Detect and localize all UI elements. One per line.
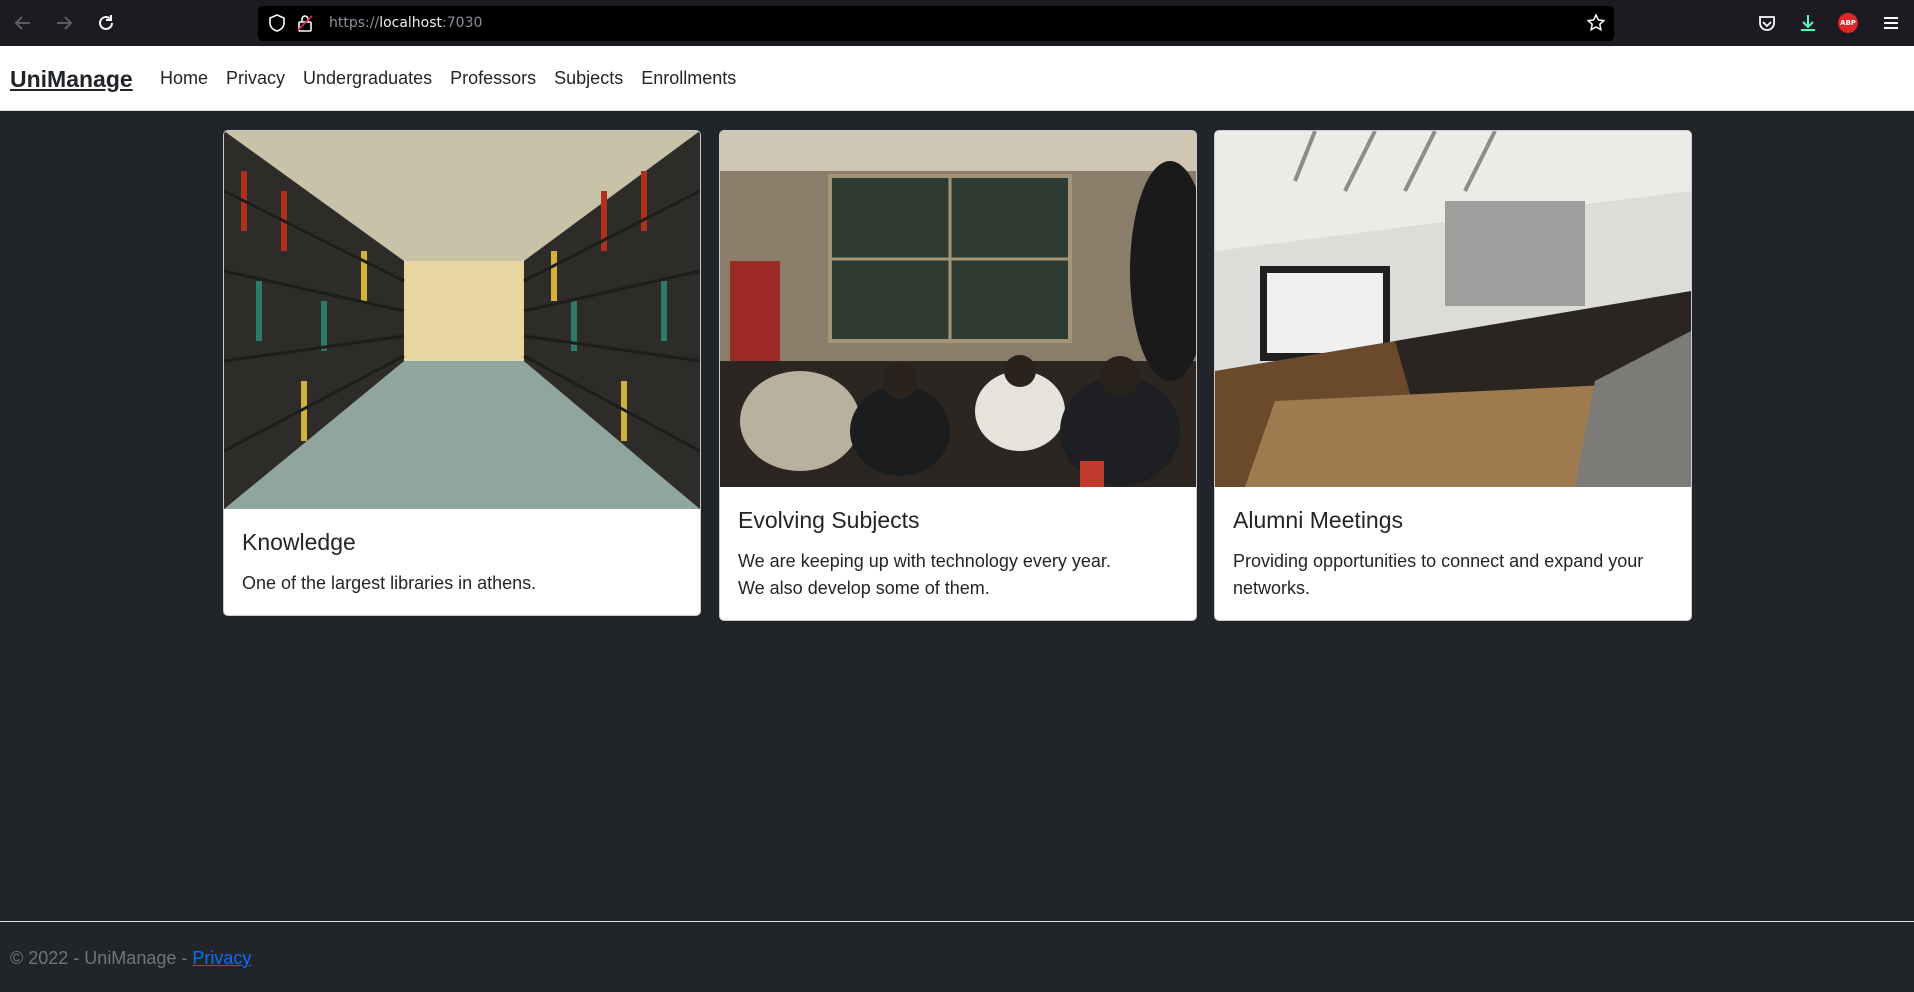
lecture-hall-photo xyxy=(1215,131,1691,487)
brand-link[interactable]: UniManage xyxy=(10,66,133,93)
card-alumni-meetings: Alumni Meetings Providing opportunities … xyxy=(1214,130,1692,621)
menu-icon[interactable] xyxy=(1880,12,1902,34)
site-footer: © 2022 - UniManage - Privacy xyxy=(0,921,1914,992)
forward-icon[interactable] xyxy=(53,12,75,34)
adblock-plus-icon[interactable]: ABP xyxy=(1838,13,1858,33)
library-bookshelves-photo xyxy=(224,131,700,509)
footer-privacy-link[interactable]: Privacy xyxy=(192,948,251,968)
card-text: One of the largest libraries in athens. xyxy=(242,573,537,593)
browser-toolbar: https://localhost:7030 ABP xyxy=(0,0,1914,47)
nav-privacy[interactable]: Privacy xyxy=(226,68,285,89)
nav-subjects[interactable]: Subjects xyxy=(554,68,623,89)
card-evolving-subjects: Evolving Subjects We are keeping up with… xyxy=(719,130,1197,621)
nav-professors[interactable]: Professors xyxy=(450,68,536,89)
url-port: :7030 xyxy=(442,15,483,31)
card-title: Knowledge xyxy=(242,529,356,555)
nav-undergraduates[interactable]: Undergraduates xyxy=(303,68,432,89)
reload-icon[interactable] xyxy=(95,12,117,34)
card-text: We are keeping up with technology every … xyxy=(738,548,1178,602)
card-title: Evolving Subjects xyxy=(738,507,920,533)
footer-text: © 2022 - UniManage - Privacy xyxy=(10,948,251,969)
card-text-line-2: We also develop some of them. xyxy=(738,578,990,598)
card-body: Alumni Meetings Providing opportunities … xyxy=(1215,487,1691,620)
pocket-icon[interactable] xyxy=(1756,12,1778,34)
classroom-students-photo xyxy=(720,131,1196,487)
site-navbar: UniManage Home Privacy Undergraduates Pr… xyxy=(0,46,1914,111)
url-text[interactable]: https://localhost:7030 xyxy=(329,15,482,31)
back-icon[interactable] xyxy=(12,12,34,34)
bookmark-star-icon[interactable] xyxy=(1586,13,1606,37)
lock-icon[interactable] xyxy=(296,14,314,36)
url-host: localhost xyxy=(379,15,443,31)
card-text-line-1: We are keeping up with technology every … xyxy=(738,551,1111,571)
nav-enrollments[interactable]: Enrollments xyxy=(641,68,736,89)
footer-copyright: © 2022 - UniManage - xyxy=(10,948,193,968)
nav-links: Home Privacy Undergraduates Professors S… xyxy=(160,68,754,89)
card-title: Alumni Meetings xyxy=(1233,507,1404,533)
card-body: Knowledge One of the largest libraries i… xyxy=(224,509,700,615)
url-scheme: https:// xyxy=(329,15,380,31)
card-knowledge: Knowledge One of the largest libraries i… xyxy=(223,130,701,616)
shield-icon[interactable] xyxy=(268,14,286,36)
download-icon[interactable] xyxy=(1797,12,1819,34)
nav-home[interactable]: Home xyxy=(160,68,208,89)
card-text: Providing opportunities to connect and e… xyxy=(1233,551,1644,598)
card-body: Evolving Subjects We are keeping up with… xyxy=(720,487,1196,620)
address-bar[interactable]: https://localhost:7030 xyxy=(258,6,1614,41)
